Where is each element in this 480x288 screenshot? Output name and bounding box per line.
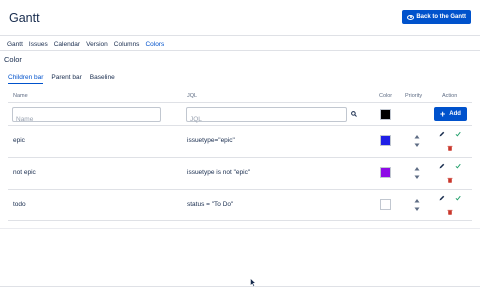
tabs-divider [0, 50, 480, 51]
section-title: Color [4, 55, 22, 64]
priority-arrows-icon[interactable] [414, 166, 420, 180]
eye-icon [407, 14, 415, 20]
delete-trash-icon[interactable] [447, 145, 453, 151]
subtab-baseline[interactable]: Baseline [90, 74, 115, 84]
edit-pencil-icon[interactable] [439, 195, 445, 201]
add-button[interactable]: + Add [434, 107, 467, 121]
plus-icon: + [440, 108, 446, 119]
row-divider [8, 220, 472, 221]
row-divider [8, 157, 472, 158]
priority-arrows-icon[interactable] [414, 134, 420, 148]
row-divider [8, 125, 472, 126]
column-header-jql: JQL [187, 93, 198, 99]
row-divider [8, 189, 472, 190]
jql-field [186, 107, 347, 126]
confirm-check-icon[interactable] [455, 163, 461, 169]
rule-color-swatch[interactable] [380, 135, 391, 146]
back-to-gantt-label: Back to the Gantt [416, 14, 466, 20]
name-field [12, 107, 161, 126]
priority-arrows-icon[interactable] [414, 198, 420, 212]
column-header-color: Color [379, 93, 393, 99]
rule-color-swatch[interactable] [380, 199, 391, 210]
table-header-divider [8, 102, 472, 103]
rule-name: not epic [13, 169, 36, 176]
color-subtabs: Children bar Parent bar Baseline [8, 74, 115, 84]
rule-name: todo [13, 201, 26, 208]
mouse-pointer-icon [250, 278, 256, 287]
edit-pencil-icon[interactable] [439, 163, 445, 169]
window-bottom-divider [0, 286, 480, 287]
subtab-children-bar[interactable]: Children bar [8, 74, 44, 84]
confirm-check-icon[interactable] [455, 195, 461, 201]
confirm-check-icon[interactable] [455, 131, 461, 137]
delete-trash-icon[interactable] [447, 177, 453, 183]
new-color-swatch[interactable] [380, 109, 391, 120]
edit-pencil-icon[interactable] [439, 131, 445, 137]
column-header-name: Name [13, 93, 28, 99]
rule-jql: status = "To Do" [187, 201, 234, 208]
rule-jql: issuetype is not "epic" [187, 169, 251, 176]
page-title: Gantt [9, 11, 40, 25]
rule-name: epic [13, 137, 25, 144]
subtab-parent-bar[interactable]: Parent bar [51, 74, 81, 84]
column-header-priority: Priority [405, 93, 423, 99]
search-icon[interactable] [351, 111, 357, 117]
rule-color-swatch[interactable] [380, 167, 391, 178]
header-divider [0, 35, 480, 36]
delete-trash-icon[interactable] [447, 209, 453, 215]
content-bottom-divider [0, 228, 480, 229]
column-header-action: Action [442, 93, 458, 99]
rule-jql: issuetype="epic" [187, 137, 235, 144]
back-to-gantt-button[interactable]: Back to the Gantt [402, 10, 471, 24]
add-button-label: Add [449, 111, 461, 117]
